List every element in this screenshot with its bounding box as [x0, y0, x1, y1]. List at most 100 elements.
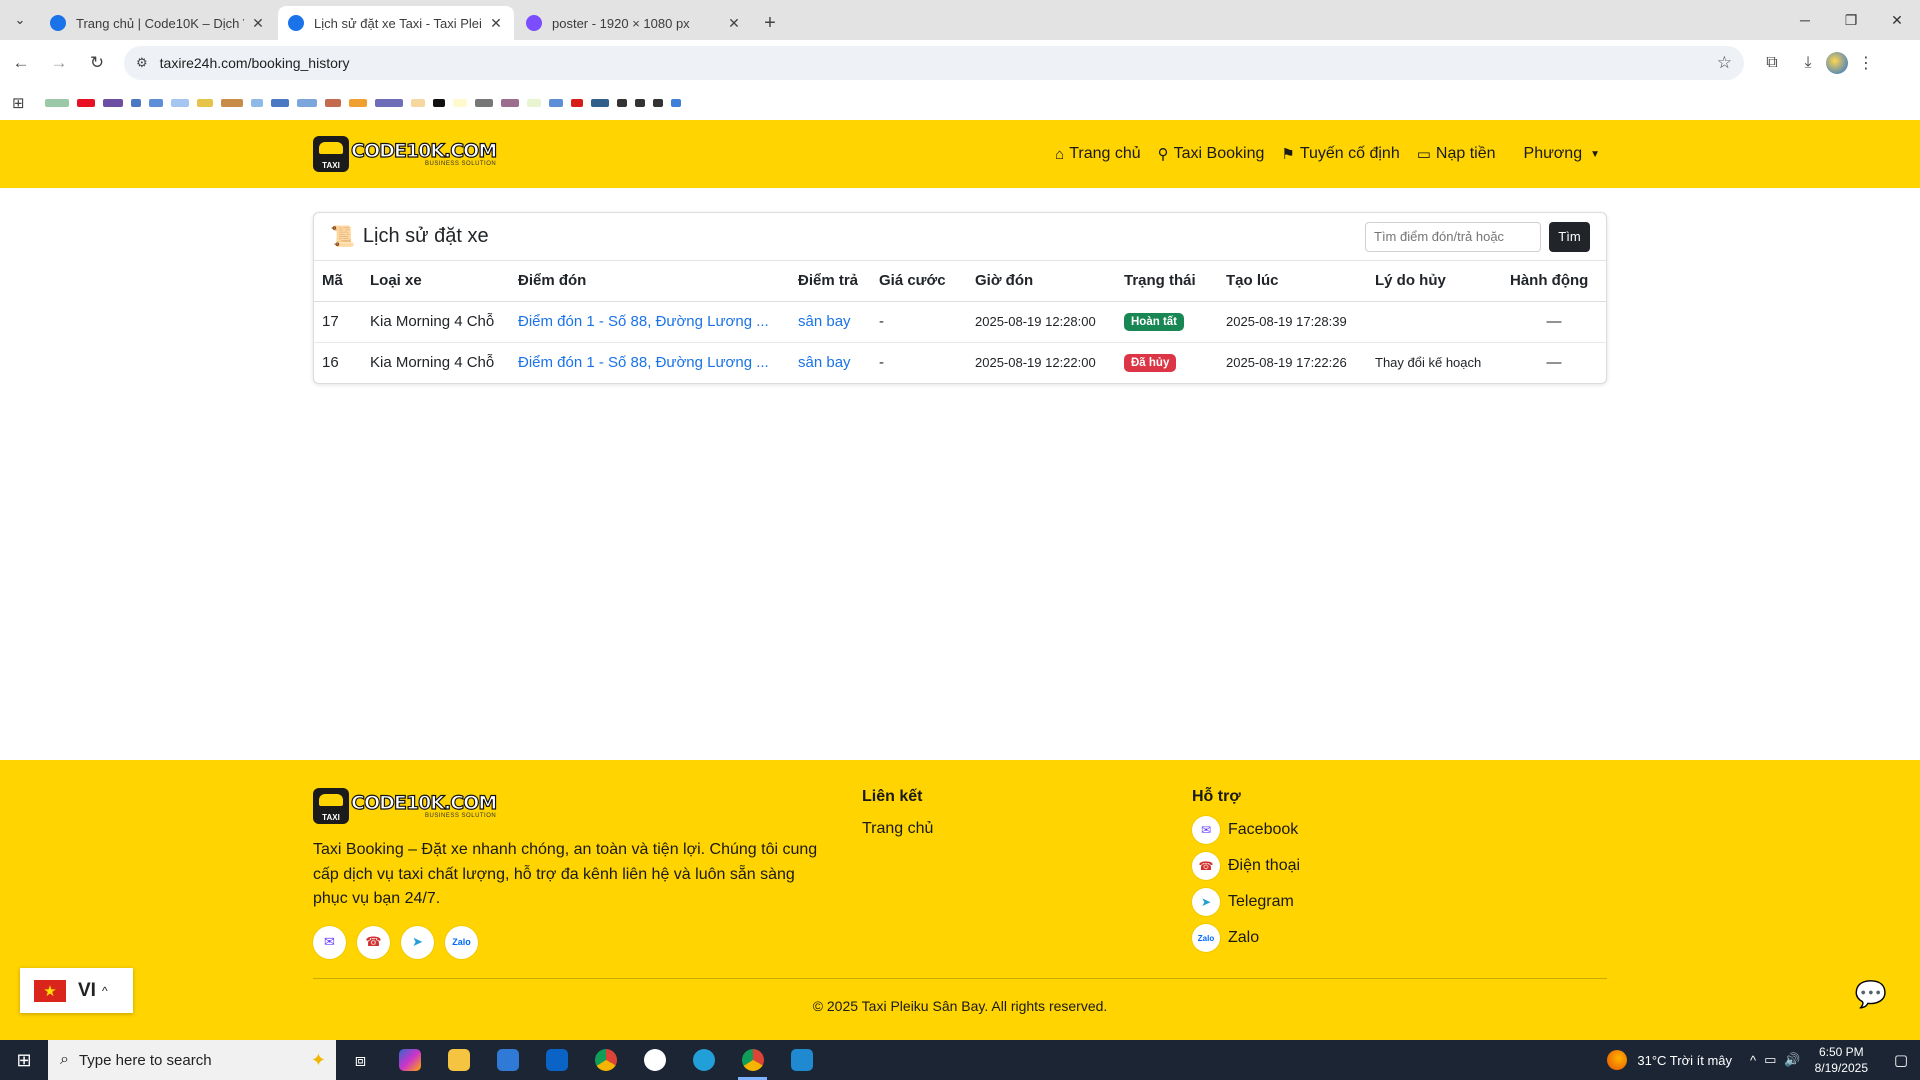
windows-start-icon[interactable]: ⊞ — [0, 1040, 48, 1080]
dropoff-link[interactable]: sân bay — [798, 354, 851, 371]
bookmark-favicon[interactable] — [76, 99, 95, 107]
bookmark-favicon[interactable] — [270, 99, 289, 107]
download-icon[interactable]: ⤓ — [1790, 46, 1826, 80]
bookmark-favicon[interactable] — [474, 99, 493, 107]
bookmark-favicon[interactable] — [526, 99, 541, 107]
browser-tab-poster[interactable]: poster - 1920 × 1080 px ✕ — [516, 6, 752, 40]
browser-tab-home[interactable]: Trang chủ | Code10K – Dịch Vụ ✕ — [40, 6, 276, 40]
support-zalo[interactable]: Zalo Zalo — [1192, 924, 1300, 952]
restore-icon[interactable]: ❐ — [1828, 0, 1874, 40]
forward-arrow-icon[interactable]: → — [42, 46, 76, 80]
browser-menu-icon[interactable]: ⋮ — [1848, 46, 1884, 80]
bookmark-favicon[interactable] — [548, 99, 563, 107]
bookmark-favicon[interactable] — [500, 99, 519, 107]
profile-avatar-icon[interactable] — [1826, 52, 1848, 74]
file-explorer-icon[interactable] — [434, 1040, 483, 1080]
bookmark-favicon[interactable] — [250, 99, 263, 107]
footer-link-home[interactable]: Trang chủ — [862, 820, 933, 838]
vscode-icon[interactable] — [777, 1040, 826, 1080]
taskbar-search[interactable]: ⌕ Type here to search ✦ — [48, 1040, 336, 1080]
dropoff-link[interactable]: sân bay — [798, 313, 851, 330]
bookmark-favicon[interactable] — [670, 99, 681, 107]
pickup-link[interactable]: Điểm đón 1 - Số 88, Đường Lương ... — [518, 354, 769, 371]
chat-app-icon[interactable] — [630, 1040, 679, 1080]
bookmark-favicon[interactable] — [452, 99, 467, 107]
bookmark-favicon[interactable] — [634, 99, 645, 107]
map-pin-icon: ⚲ — [1157, 146, 1169, 163]
copilot-icon[interactable] — [385, 1040, 434, 1080]
notification-icon[interactable]: ▢ — [1882, 1051, 1920, 1069]
close-tab-icon[interactable]: ✕ — [726, 15, 742, 32]
site-logo[interactable]: TAXI CODE10K.COM BUSINESS SOLUTION — [313, 136, 498, 172]
weather-text: 31°C Trời ít mây — [1637, 1052, 1733, 1068]
apps-grid-icon[interactable]: ⊞ — [12, 94, 25, 112]
close-tab-icon[interactable]: ✕ — [250, 15, 266, 32]
tray-chevron-icon[interactable]: ^ — [1750, 1053, 1756, 1068]
support-phone[interactable]: ☎ Điện thoại — [1192, 852, 1300, 880]
telegram-app-icon[interactable] — [679, 1040, 728, 1080]
tab-list-chevron-icon[interactable]: ⌄ — [0, 0, 40, 40]
support-telegram[interactable]: ➤ Telegram — [1192, 888, 1300, 916]
nav-home[interactable]: ⌂ Trang chủ — [1055, 145, 1141, 163]
back-arrow-icon[interactable]: ← — [4, 46, 38, 80]
telegram-icon[interactable]: ➤ — [401, 925, 434, 959]
store-icon[interactable] — [483, 1040, 532, 1080]
bookmark-favicon[interactable] — [652, 99, 663, 107]
chrome-active-icon[interactable] — [728, 1040, 777, 1080]
chat-bubble-icon[interactable]: 💬 — [1854, 977, 1888, 1011]
nav-user-dropdown[interactable]: Phương ▼ — [1524, 145, 1600, 163]
reload-icon[interactable]: ↻ — [80, 46, 114, 80]
bookmark-favicon[interactable] — [196, 99, 213, 107]
bookmark-star-icon[interactable]: ☆ — [1717, 53, 1732, 73]
bookmark-favicon[interactable] — [616, 99, 627, 107]
address-bar[interactable]: ⚙ taxire24h.com/booking_history ☆ — [124, 46, 1744, 80]
bookmark-favicon[interactable] — [324, 99, 341, 107]
bookmark-favicon[interactable] — [590, 99, 609, 107]
bookmark-favicon[interactable] — [348, 99, 367, 107]
pickup-link[interactable]: Điểm đón 1 - Số 88, Đường Lương ... — [518, 313, 769, 330]
bookmark-favicon[interactable] — [570, 99, 583, 107]
bookmark-favicon[interactable] — [410, 99, 425, 107]
bookmark-favicon[interactable] — [170, 99, 189, 107]
support-facebook[interactable]: ✉ Facebook — [1192, 816, 1300, 844]
search-button[interactable]: Tìm — [1549, 221, 1590, 252]
pickup-time: 2025-08-19 12:28:00 — [967, 301, 1116, 343]
nav-fixed-routes[interactable]: ⚑ Tuyến cố định — [1281, 145, 1399, 163]
site-header: TAXI CODE10K.COM BUSINESS SOLUTION ⌂ Tra… — [0, 120, 1920, 188]
search-input[interactable] — [1365, 221, 1541, 252]
chrome-icon[interactable] — [581, 1040, 630, 1080]
site-info-icon[interactable]: ⚙ — [136, 55, 148, 71]
browser-tab-booking-history[interactable]: Lịch sử đặt xe Taxi - Taxi Pleiku ✕ — [278, 6, 514, 40]
network-icon[interactable]: ▭ — [1764, 1052, 1776, 1068]
footer-logo[interactable]: TAXI CODE10K.COM BUSINESS SOLUTION — [313, 788, 833, 824]
close-tab-icon[interactable]: ✕ — [488, 15, 504, 32]
weather-widget[interactable]: 31°C Trời ít mây — [1607, 1050, 1732, 1070]
bookmark-favicon[interactable] — [220, 99, 243, 107]
minimize-icon[interactable]: ─ — [1782, 0, 1828, 40]
messenger-icon[interactable]: ✉ — [313, 925, 346, 959]
task-view-icon[interactable]: ⧈ — [336, 1040, 385, 1080]
phone-icon[interactable]: ☎ — [357, 925, 390, 959]
outlook-icon[interactable] — [532, 1040, 581, 1080]
language-switcher[interactable]: ★ VI ^ — [20, 968, 133, 1013]
bookmark-favicon[interactable] — [432, 99, 445, 107]
bookmark-favicon[interactable] — [148, 99, 163, 107]
new-tab-plus-icon[interactable]: + — [754, 6, 786, 40]
edge-favicon-icon — [288, 15, 304, 31]
bookmark-favicon[interactable] — [130, 99, 141, 107]
url-text[interactable]: taxire24h.com/booking_history — [160, 55, 1717, 71]
nav-taxi-booking[interactable]: ⚲ Taxi Booking — [1158, 145, 1265, 163]
bookmark-favicon[interactable] — [296, 99, 317, 107]
column-header: Trạng thái — [1116, 261, 1218, 302]
volume-icon[interactable]: 🔊 — [1784, 1052, 1800, 1068]
car-type: Kia Morning 4 Chỗ — [370, 354, 495, 372]
close-window-icon[interactable]: ✕ — [1874, 0, 1920, 40]
clock[interactable]: 6:50 PM 8/19/2025 — [1815, 1044, 1868, 1076]
bookmark-favicon[interactable] — [44, 99, 69, 107]
bookmark-favicon[interactable] — [102, 99, 123, 107]
window-controls: ─ ❐ ✕ — [1782, 0, 1920, 40]
zalo-icon[interactable]: Zalo — [445, 925, 478, 959]
nav-top-up[interactable]: ▭ Nạp tiền — [1417, 145, 1496, 163]
bookmark-favicon[interactable] — [374, 99, 403, 107]
extensions-icon[interactable]: ⧉ — [1754, 46, 1790, 80]
